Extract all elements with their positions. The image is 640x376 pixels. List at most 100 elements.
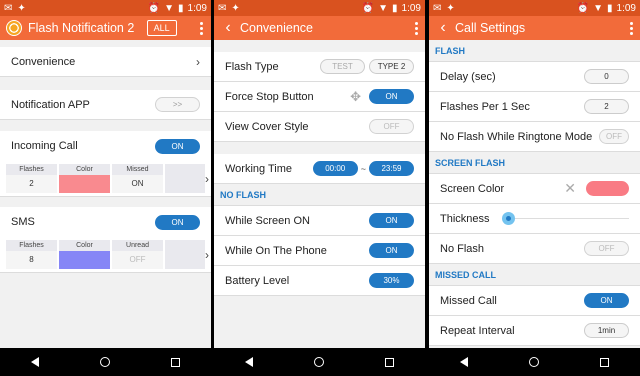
screen-color-swatch[interactable] <box>586 181 629 196</box>
repeat-interval-row: Repeat Interval 1min <box>429 316 640 346</box>
column-header: Flashes <box>6 164 57 175</box>
back-arrow-icon[interactable]: ‹ <box>220 20 236 36</box>
column-header: Color <box>59 164 110 175</box>
overflow-menu-icon[interactable] <box>409 21 423 35</box>
battery-level-button[interactable]: 30% <box>369 273 414 288</box>
screen-on-toggle[interactable]: ON <box>369 213 414 228</box>
missed-call-toggle[interactable]: ON <box>584 293 629 308</box>
thickness-slider[interactable] <box>501 212 629 225</box>
nav-home-icon[interactable] <box>313 357 324 367</box>
nav-home-icon[interactable] <box>528 357 539 367</box>
status-bar: ✉ ✦ ⏰ ▼ ▮ 1:09 <box>214 0 425 16</box>
twitter-icon: ✦ <box>231 2 240 14</box>
test-button[interactable]: TEST <box>320 59 365 74</box>
delay-value-button[interactable]: 0 <box>584 69 629 84</box>
force-stop-row: Force Stop Button ✥ ON <box>214 82 425 112</box>
notification-app-row[interactable]: Notification APP >> <box>0 90 211 120</box>
twitter-icon: ✦ <box>446 2 455 14</box>
incoming-call-summary[interactable]: Flashes 2 Color Missed ON › <box>0 161 211 197</box>
incoming-call-toggle[interactable]: ON <box>155 138 200 154</box>
screen-flash-notification: ✉ ✦ ⏰ ▼ ▮ 1:09 Flash Notification 2 ALL C… <box>0 0 211 376</box>
nav-recents-icon[interactable] <box>385 357 395 367</box>
nav-recents-icon[interactable] <box>171 357 181 367</box>
column-header: Color <box>59 240 110 251</box>
notification-icon: ✉ <box>218 2 227 14</box>
sms-label: SMS <box>11 216 35 228</box>
nav-back-icon[interactable] <box>459 357 468 367</box>
battery-row: Battery Level 30% <box>214 266 425 296</box>
color-swatch <box>59 175 110 193</box>
view-cover-toggle[interactable]: OFF <box>369 119 414 134</box>
missed-call-row: Missed Call ON <box>429 286 640 316</box>
convenience-label: Convenience <box>11 55 76 68</box>
no-flash-ringtone-row: No Flash While Ringtone Mode OFF <box>429 122 640 152</box>
screen-flash-section-header: SCREEN FLASH <box>429 152 640 174</box>
no-flash-ringtone-toggle[interactable]: OFF <box>599 129 629 144</box>
page-title: Flash Notification 2 <box>28 21 135 35</box>
delay-row: Delay (sec) 0 <box>429 62 640 92</box>
screen-on-label: While Screen ON <box>225 214 310 227</box>
thickness-row: Thickness <box>429 204 640 234</box>
sms-row: SMS ON <box>0 207 211 237</box>
battery-icon: ▮ <box>392 2 398 14</box>
app-bar: ‹ Convenience <box>214 16 425 40</box>
app-logo-icon <box>6 20 22 36</box>
sms-summary[interactable]: Flashes 8 Color Unread OFF › <box>0 237 211 273</box>
no-flash-section-header: NO FLASH <box>214 184 425 206</box>
status-bar: ✉ ✦ ⏰ ▼ ▮ 1:09 <box>0 0 211 16</box>
notification-app-button[interactable]: >> <box>155 97 200 112</box>
repeat-interval-label: Repeat Interval <box>440 324 515 337</box>
chevron-right-icon: › <box>205 247 209 262</box>
screen-color-row: Screen Color ✕ <box>429 174 640 204</box>
flashes-per-sec-row: Flashes Per 1 Sec 2 <box>429 92 640 122</box>
view-cover-label: View Cover Style <box>225 120 309 133</box>
convenience-row[interactable]: Convenience › <box>0 47 211 77</box>
no-flash-ringtone-label: No Flash While Ringtone Mode <box>440 130 593 143</box>
missed-call-label: Missed Call <box>440 294 497 307</box>
nav-back-icon[interactable] <box>244 357 253 367</box>
nav-home-icon[interactable] <box>99 357 110 367</box>
on-phone-row: While On The Phone ON <box>214 236 425 266</box>
force-stop-toggle[interactable]: ON <box>369 89 414 104</box>
sms-toggle[interactable]: ON <box>155 214 200 230</box>
repeat-interval-button[interactable]: 1min <box>584 323 629 338</box>
back-arrow-icon[interactable]: ‹ <box>435 20 451 36</box>
flashes-per-sec-label: Flashes Per 1 Sec <box>440 100 530 113</box>
column-header: Missed <box>112 164 163 175</box>
chevron-right-icon: › <box>205 171 209 186</box>
screen-on-row: While Screen ON ON <box>214 206 425 236</box>
incoming-call-row: Incoming Call ON <box>0 131 211 161</box>
close-icon[interactable]: ✕ <box>564 180 576 197</box>
screen-convenience: ✉ ✦ ⏰ ▼ ▮ 1:09 ‹ Convenience Flash Type T… <box>214 0 425 376</box>
overflow-menu-icon[interactable] <box>195 21 209 35</box>
nav-bar <box>214 348 425 376</box>
nav-back-icon[interactable] <box>30 357 39 367</box>
start-time-button[interactable]: 00:00 <box>312 161 358 176</box>
end-time-button[interactable]: 23:59 <box>369 161 414 176</box>
delay-label: Delay (sec) <box>440 70 496 83</box>
flashes-per-sec-button[interactable]: 2 <box>584 99 629 114</box>
working-time-row: Working Time 00:00 ~ 23:59 <box>214 154 425 184</box>
nav-recents-icon[interactable] <box>600 357 610 367</box>
no-flash-row: No Flash OFF <box>429 234 640 264</box>
time-separator: ~ <box>360 163 366 174</box>
on-phone-label: While On The Phone <box>225 244 327 257</box>
status-time: 1:09 <box>616 2 636 14</box>
all-button[interactable]: ALL <box>146 20 177 36</box>
move-icon: ✥ <box>350 88 361 104</box>
status-bar: ✉ ✦ ⏰ ▼ ▮ 1:09 <box>429 0 640 16</box>
slider-handle[interactable] <box>501 212 515 225</box>
no-flash-toggle[interactable]: OFF <box>584 241 629 256</box>
overflow-menu-icon[interactable] <box>624 21 638 35</box>
missed-value: ON <box>112 175 163 193</box>
unread-value: OFF <box>112 251 163 269</box>
flash-section-header: FLASH <box>429 40 640 62</box>
force-stop-label: Force Stop Button <box>225 90 314 103</box>
signal-icon: ▼ <box>378 2 389 14</box>
battery-icon: ▮ <box>178 2 184 14</box>
missed-call-section-header: MISSED CALL <box>429 264 640 286</box>
flashes-value: 8 <box>6 251 57 269</box>
on-phone-toggle[interactable]: ON <box>369 243 414 258</box>
flash-type-label: Flash Type <box>225 60 279 73</box>
flash-type-button[interactable]: TYPE 2 <box>369 59 414 74</box>
